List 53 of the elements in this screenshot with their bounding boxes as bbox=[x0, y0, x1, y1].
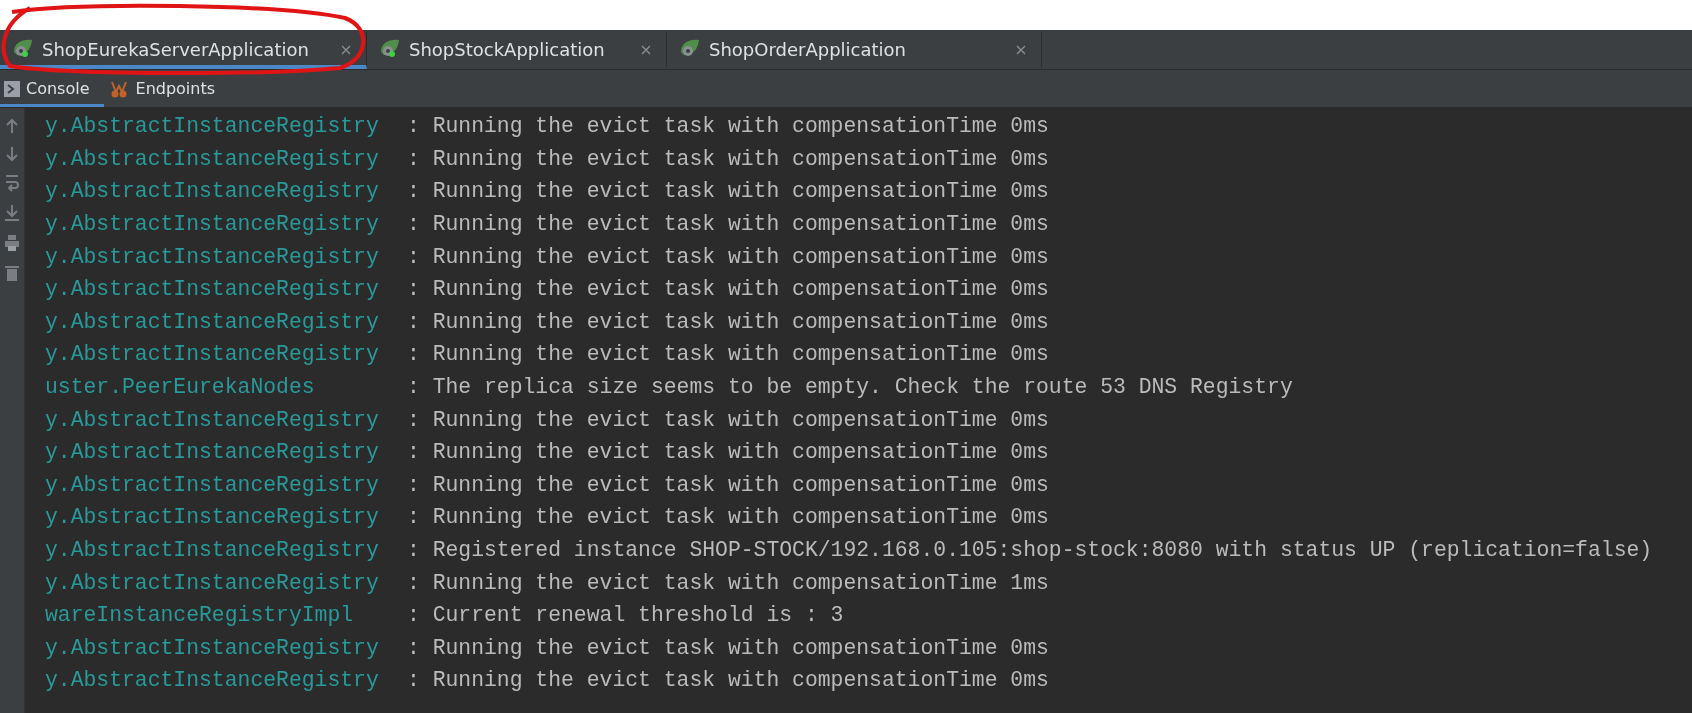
soft-wrap-icon[interactable] bbox=[4, 174, 20, 192]
logger-name: y.AbstractInstanceRegistry bbox=[45, 472, 380, 497]
log-message: : Running the evict task with compensationTime 0ms bbox=[407, 244, 1049, 269]
log-message: : Current renewal threshold is : 3 bbox=[407, 603, 844, 628]
log-message: : Running the evict task with compensationTime 0ms bbox=[407, 146, 1049, 171]
log-message: : Running the evict task with compensationTime 0ms bbox=[407, 277, 1049, 302]
logger-name: y.AbstractInstanceRegistry bbox=[45, 179, 380, 204]
console-icon bbox=[4, 80, 20, 97]
tool-tab[interactable]: Endpoints bbox=[103, 70, 230, 107]
logger-name: y.AbstractInstanceRegistry bbox=[45, 114, 380, 139]
log-message: : Running the evict task with compensationTime 0ms bbox=[407, 505, 1049, 530]
logger-name: y.AbstractInstanceRegistry bbox=[45, 309, 380, 334]
log-message: : Running the evict task with compensationTime 0ms bbox=[407, 212, 1049, 237]
log-message: : Running the evict task with compensationTime 1ms bbox=[407, 570, 1049, 595]
log-message: : Running the evict task with compensationTime 0ms bbox=[407, 472, 1049, 497]
spring-app-icon bbox=[12, 37, 34, 58]
run-tab[interactable]: ShopEurekaServerApplication bbox=[0, 30, 367, 69]
scroll-to-end-icon[interactable] bbox=[4, 204, 20, 222]
log-message: : Running the evict task with compensationTime 0ms bbox=[407, 668, 1049, 693]
log-message: : Running the evict task with compensationTime 0ms bbox=[407, 309, 1049, 334]
logger-name: y.AbstractInstanceRegistry bbox=[45, 212, 380, 237]
close-icon[interactable] bbox=[340, 43, 352, 56]
log-message: : Running the evict task with compensationTime 0ms bbox=[407, 342, 1049, 367]
print-icon[interactable] bbox=[4, 234, 20, 252]
log-message: : Running the evict task with compensationTime 0ms bbox=[407, 114, 1049, 139]
logger-name: y.AbstractInstanceRegistry bbox=[45, 407, 380, 432]
log-message: : The replica size seems to be empty. Check the route 53 DNS Registry bbox=[407, 375, 1293, 400]
down-arrow-icon[interactable] bbox=[5, 146, 19, 162]
logger-name: y.AbstractInstanceRegistry bbox=[45, 635, 380, 660]
spring-app-icon bbox=[679, 37, 701, 58]
log-message: : Running the evict task with compensationTime 0ms bbox=[407, 635, 1049, 660]
up-arrow-icon[interactable] bbox=[5, 118, 19, 134]
log-message: : Running the evict task with compensationTime 0ms bbox=[407, 440, 1049, 465]
logger-name: y.AbstractInstanceRegistry bbox=[45, 244, 380, 269]
spring-app-icon bbox=[379, 37, 401, 58]
logger-name: y.AbstractInstanceRegistry bbox=[45, 570, 380, 595]
logger-name: y.AbstractInstanceRegistry bbox=[45, 342, 380, 367]
close-icon[interactable] bbox=[1015, 43, 1027, 56]
logger-name: y.AbstractInstanceRegistry bbox=[45, 668, 380, 693]
trash-icon[interactable] bbox=[4, 264, 20, 282]
logger-name: wareInstanceRegistryImpl bbox=[45, 603, 355, 628]
run-tab[interactable]: ShopOrderApplication bbox=[667, 30, 1042, 69]
log-message: : Running the evict task with compensationTime 0ms bbox=[407, 179, 1049, 204]
logger-name: uster.PeerEurekaNodes bbox=[45, 375, 316, 400]
logger-name: y.AbstractInstanceRegistry bbox=[45, 505, 380, 530]
logger-name: y.AbstractInstanceRegistry bbox=[45, 277, 380, 302]
log-message: : Running the evict task with compensationTime 0ms bbox=[407, 407, 1049, 432]
logger-name: y.AbstractInstanceRegistry bbox=[45, 146, 380, 171]
logger-name: y.AbstractInstanceRegistry bbox=[45, 538, 380, 562]
log-message: : Registered instance SHOP-STOCK/192.168.0.105:shop-stock:8080 with status UP (replication=false) bbox=[407, 538, 1653, 562]
close-icon[interactable] bbox=[640, 43, 652, 56]
run-tab[interactable]: ShopStockApplication bbox=[367, 30, 667, 69]
logger-name: y.AbstractInstanceRegistry bbox=[45, 440, 380, 465]
